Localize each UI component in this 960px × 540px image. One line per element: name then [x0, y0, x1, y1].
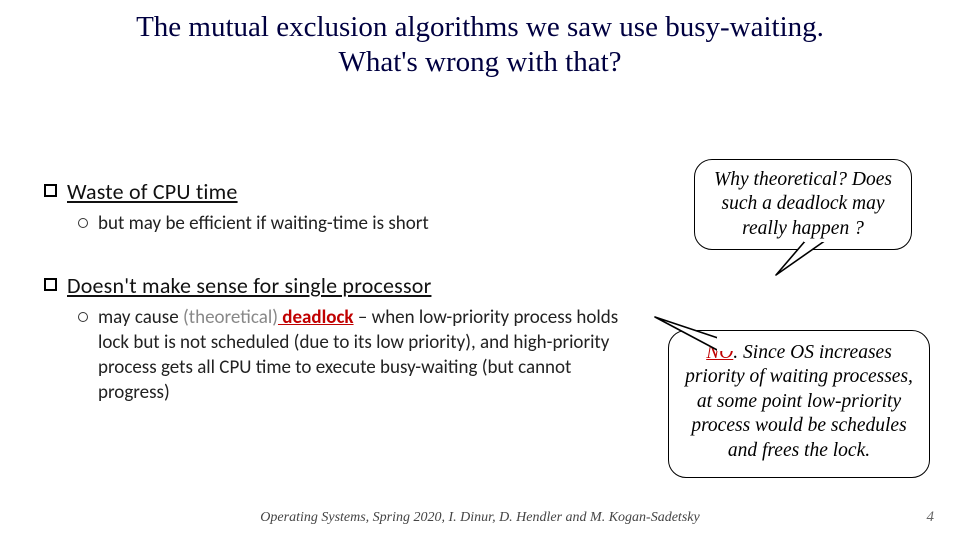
text-no: NO — [706, 342, 733, 363]
slide-title: The mutual exclusion algorithms we saw u… — [0, 0, 960, 87]
checkbox-bullet-icon — [44, 184, 57, 197]
slide: The mutual exclusion algorithms we saw u… — [0, 0, 960, 540]
bullet-heading: Waste of CPU time — [67, 178, 238, 205]
circle-bullet-icon — [78, 312, 88, 322]
text-fragment: may cause — [98, 306, 183, 329]
callout-answer-no: NO. Since OS increases priority of waiti… — [668, 330, 930, 478]
page-number: 4 — [927, 509, 935, 526]
circle-bullet-icon — [78, 218, 88, 228]
sub-bullet: may cause (theoretical) deadlock – when … — [78, 305, 639, 405]
sub-bullet: but may be efficient if waiting-time is … — [78, 211, 639, 236]
callout-why-theoretical: Why theoretical? Does such a deadlock ma… — [694, 159, 912, 250]
checkbox-bullet-icon — [44, 278, 57, 291]
sub-bullet-text: but may be efficient if waiting-time is … — [98, 211, 429, 236]
text-deadlock: deadlock — [278, 306, 354, 329]
bullet-heading: Doesn't make sense for single processor — [67, 272, 431, 299]
sub-bullet-text: may cause (theoretical) deadlock – when … — [98, 305, 639, 405]
bullet-item: Doesn't make sense for single processor — [44, 272, 639, 299]
slide-footer: Operating Systems, Spring 2020, I. Dinur… — [0, 510, 960, 526]
slide-body: Waste of CPU time but may be efficient i… — [44, 178, 639, 429]
bullet-item: Waste of CPU time — [44, 178, 639, 205]
text-theoretical: (theoretical) — [183, 306, 278, 329]
